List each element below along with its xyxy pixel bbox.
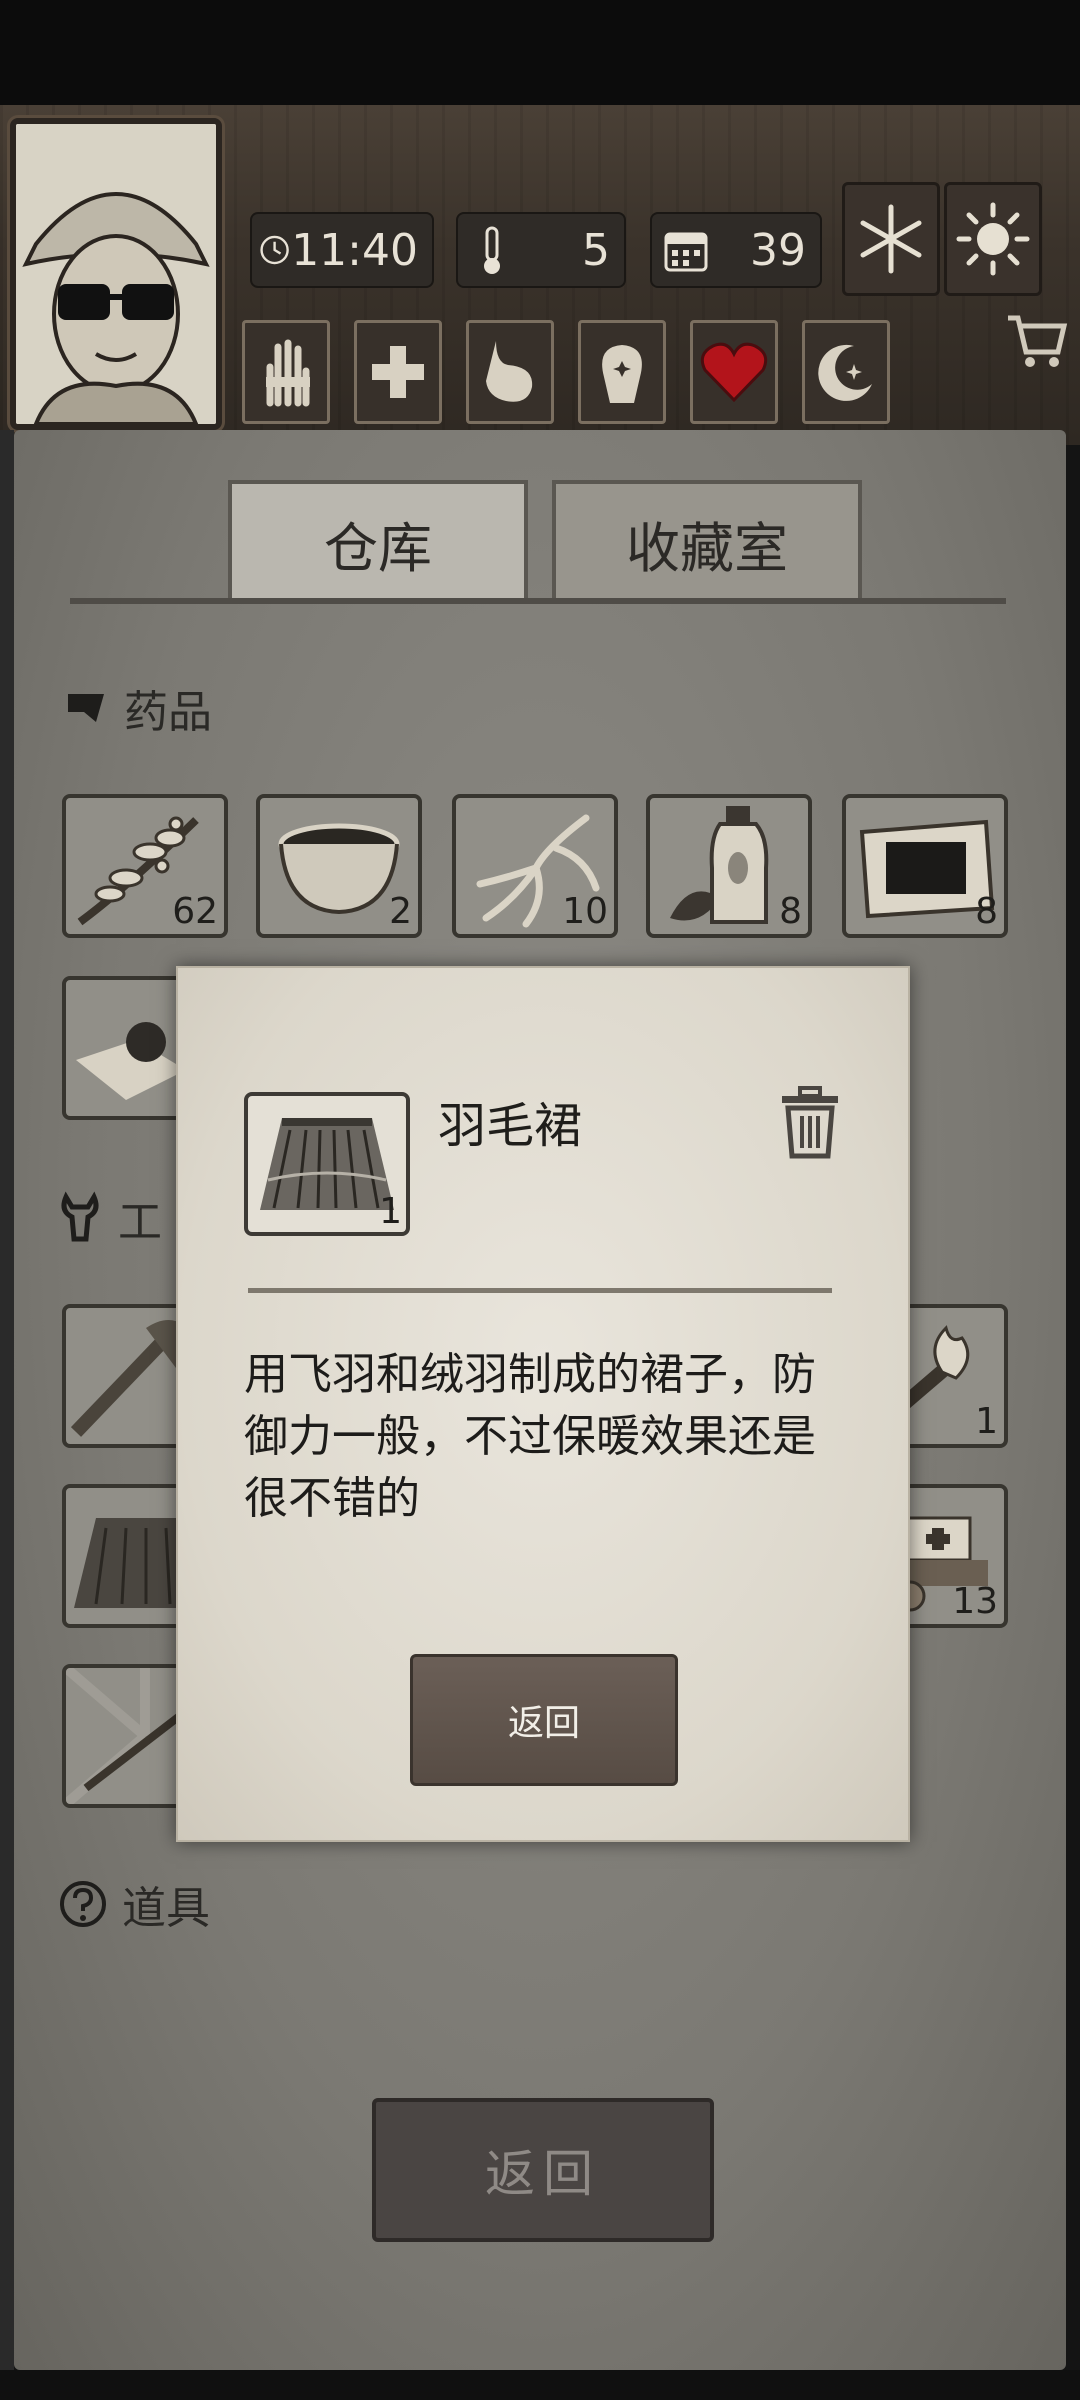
health-cross-icon [372, 346, 424, 398]
item-quantity: 8 [975, 891, 998, 932]
temperature-display: 5 [456, 212, 626, 288]
section-props: 道具 [58, 1872, 210, 1936]
item-quantity: 13 [952, 1581, 998, 1622]
item-quantity: 1 [975, 1401, 998, 1442]
dialog-item-description: 用飞羽和绒羽制成的裙子，防御力一般，不过保暖效果还是很不错的 [244, 1349, 816, 1524]
section-medicine-title: 药品 [124, 687, 212, 738]
tab-warehouse-label: 仓库 [324, 516, 432, 580]
inventory-slot-herb[interactable]: 62 [62, 794, 228, 938]
inventory-slot-bottle[interactable]: 8 [646, 794, 812, 938]
dialog-item-name: 羽毛裙 [438, 1098, 583, 1154]
clock-icon [260, 235, 289, 265]
status-heart[interactable] [690, 320, 778, 424]
inventory-slot-plaster[interactable]: 8 [842, 794, 1008, 938]
sun-icon [956, 202, 1030, 276]
tab-collection[interactable]: 收藏室 [552, 480, 862, 602]
item-quantity: 62 [172, 891, 218, 932]
main-back-label: 返回 [485, 2145, 601, 2203]
heart-icon [700, 342, 768, 403]
temperature-value: 5 [582, 224, 610, 276]
calendar-icon [664, 232, 708, 272]
section-props-title: 道具 [122, 1883, 210, 1934]
discard-button[interactable] [778, 1086, 842, 1160]
bottom-edge [0, 2370, 1080, 2400]
tab-collection-label: 收藏室 [626, 516, 788, 580]
trash-icon [782, 1086, 838, 1159]
snowflake-icon [860, 204, 922, 274]
main-back-button[interactable]: 返回 [372, 2098, 714, 2242]
status-hand[interactable] [242, 320, 330, 424]
weather-snow[interactable] [842, 182, 940, 296]
tab-divider [70, 598, 1006, 604]
item-detail-dialog: 1 羽毛裙 用飞羽和绒羽制成的裙子，防御力一般，不过保暖效果还是很不错的 返回 [176, 966, 910, 1842]
wrench-icon [61, 1191, 99, 1242]
day-value: 39 [750, 224, 806, 276]
dialog-item-slot: 1 [244, 1092, 410, 1236]
item-quantity: 2 [389, 891, 412, 932]
day-display: 39 [650, 212, 822, 288]
dialog-divider [248, 1288, 832, 1293]
cart-icon [1008, 315, 1068, 367]
section-medicine: 药品 [64, 676, 212, 740]
stomach-icon [486, 341, 533, 402]
question-icon [60, 1881, 106, 1927]
head-sparkle-icon [602, 345, 642, 403]
top-scene [0, 0, 1080, 110]
time-value: 11:40 [291, 224, 418, 276]
inventory-slot-bowl[interactable]: 2 [256, 794, 422, 938]
tab-warehouse[interactable]: 仓库 [228, 480, 528, 602]
section-tools-title: 工 [118, 1197, 162, 1248]
inventory-slot-ginseng[interactable]: 10 [452, 794, 618, 938]
hand-bandage-icon [266, 339, 310, 407]
player-portrait[interactable] [10, 118, 222, 430]
thermometer-icon [484, 226, 500, 274]
item-quantity: 10 [562, 891, 608, 932]
item-quantity: 8 [779, 891, 802, 932]
time-display: 11:40 [250, 212, 434, 288]
status-health[interactable] [354, 320, 442, 424]
moon-icon [818, 344, 872, 401]
panel-edge [0, 430, 14, 2400]
shop-button[interactable] [1004, 308, 1068, 372]
status-sleep[interactable] [802, 320, 890, 424]
status-mind[interactable] [578, 320, 666, 424]
medicine-tag-icon [68, 694, 104, 722]
dialog-item-quantity: 1 [379, 1191, 402, 1232]
weather-sun[interactable] [944, 182, 1042, 296]
status-hunger[interactable] [466, 320, 554, 424]
section-tools: 工 [58, 1186, 162, 1250]
dialog-back-label: 返回 [507, 1703, 580, 1744]
dialog-back-button[interactable]: 返回 [410, 1654, 678, 1786]
